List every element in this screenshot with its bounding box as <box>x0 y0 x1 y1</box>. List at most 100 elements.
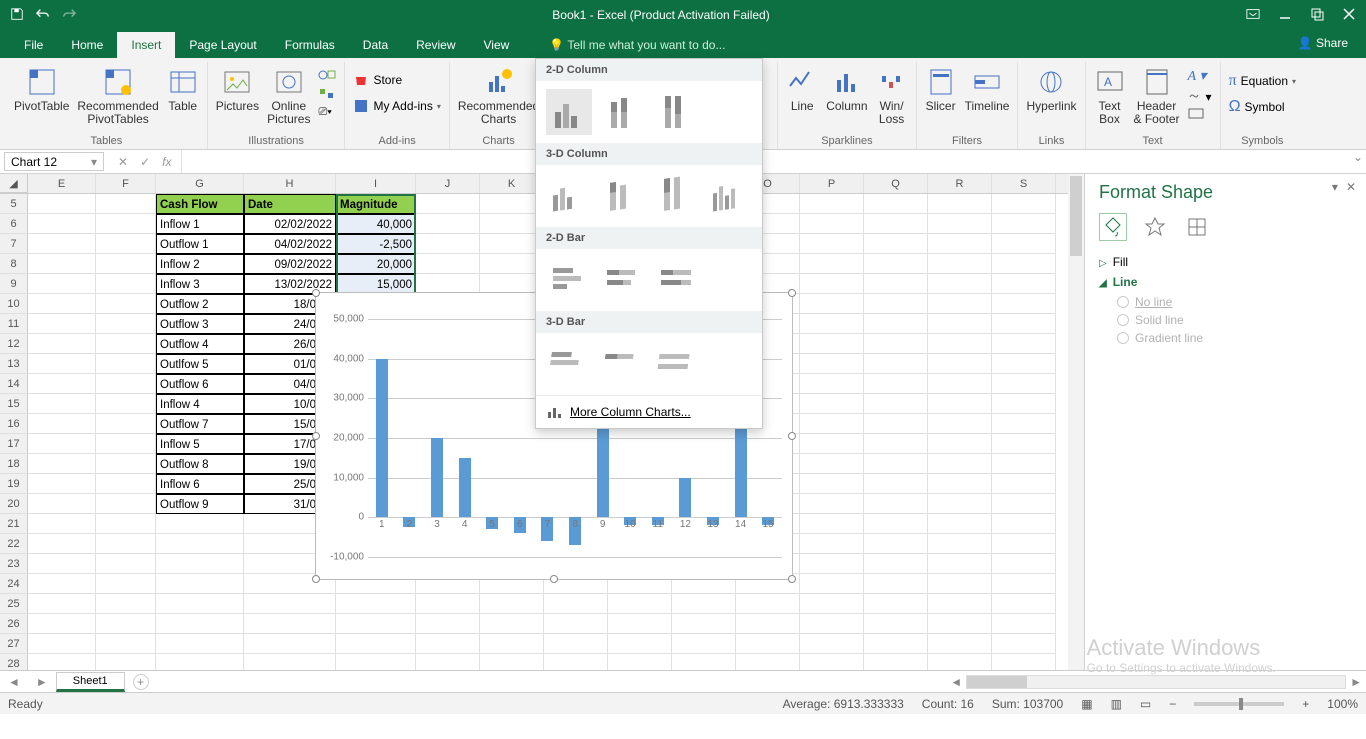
cell[interactable] <box>156 574 244 594</box>
cell[interactable] <box>28 634 96 654</box>
cell[interactable] <box>96 514 156 534</box>
opt-3d-100stacked[interactable] <box>653 173 699 219</box>
cell[interactable] <box>28 294 96 314</box>
spark-winloss-button[interactable]: Win/ Loss <box>876 66 908 126</box>
cell[interactable] <box>864 434 928 454</box>
cell[interactable] <box>992 254 1056 274</box>
cancel-icon[interactable]: ✕ <box>118 155 128 169</box>
cell[interactable] <box>992 494 1056 514</box>
maximize-icon[interactable] <box>1310 7 1324 24</box>
effects-icon[interactable] <box>1141 213 1169 241</box>
cell[interactable]: 40,000 <box>336 214 416 234</box>
cell[interactable] <box>28 334 96 354</box>
sheet-tab-sheet1[interactable]: Sheet1 <box>56 672 125 692</box>
tab-page-layout[interactable]: Page Layout <box>175 32 270 58</box>
tell-me-input[interactable]: 💡 Tell me what you want to do... <box>543 32 731 58</box>
cell[interactable] <box>864 334 928 354</box>
radio-gradient-line[interactable]: Gradient line <box>1117 331 1352 345</box>
cell[interactable] <box>864 194 928 214</box>
cell[interactable] <box>544 594 608 614</box>
slicer-button[interactable]: Slicer <box>925 66 957 113</box>
cell[interactable] <box>96 314 156 334</box>
object-icon[interactable] <box>1188 108 1212 123</box>
cell[interactable] <box>336 634 416 654</box>
col-header-J[interactable]: J <box>416 174 480 193</box>
cell[interactable] <box>608 594 672 614</box>
cell[interactable] <box>928 334 992 354</box>
cell[interactable] <box>800 654 864 670</box>
cell[interactable] <box>800 514 864 534</box>
my-addins-button[interactable]: My Add-ins ▾ <box>353 98 440 114</box>
row-header[interactable]: 19 <box>0 474 28 494</box>
cell[interactable] <box>416 254 480 274</box>
cell[interactable] <box>672 634 736 654</box>
col-header-Q[interactable]: Q <box>864 174 928 193</box>
cell[interactable] <box>96 374 156 394</box>
col-header-R[interactable]: R <box>928 174 992 193</box>
opt-3d-stacked-bar[interactable] <box>600 341 646 387</box>
row-header[interactable]: 17 <box>0 434 28 454</box>
fill-line-icon[interactable] <box>1099 213 1127 241</box>
cell[interactable] <box>480 594 544 614</box>
cell[interactable] <box>800 494 864 514</box>
cell[interactable] <box>864 254 928 274</box>
cell[interactable] <box>800 254 864 274</box>
tab-review[interactable]: Review <box>402 32 469 58</box>
cell[interactable] <box>156 594 244 614</box>
col-header-F[interactable]: F <box>96 174 156 193</box>
row-header[interactable]: 25 <box>0 594 28 614</box>
cell[interactable] <box>864 214 928 234</box>
cell[interactable] <box>96 554 156 574</box>
cell[interactable] <box>416 594 480 614</box>
cell[interactable] <box>928 474 992 494</box>
cell[interactable] <box>28 274 96 294</box>
cell[interactable] <box>992 314 1056 334</box>
cell[interactable] <box>800 594 864 614</box>
store-button[interactable]: Store <box>353 72 440 88</box>
cell[interactable] <box>156 554 244 574</box>
cell[interactable] <box>864 654 928 670</box>
row-header[interactable]: 8 <box>0 254 28 274</box>
cell[interactable]: Outflow 9 <box>156 494 244 514</box>
cell[interactable] <box>244 654 336 670</box>
spark-column-button[interactable]: Column <box>826 66 867 113</box>
screenshot-icon[interactable]: ⎚▾ <box>318 106 336 119</box>
cell[interactable] <box>96 634 156 654</box>
cell[interactable] <box>480 654 544 670</box>
cell[interactable] <box>800 574 864 594</box>
cell[interactable] <box>156 534 244 554</box>
cell[interactable] <box>96 494 156 514</box>
cell[interactable] <box>244 614 336 634</box>
cell[interactable] <box>928 314 992 334</box>
cell[interactable] <box>992 514 1056 534</box>
cell[interactable] <box>672 594 736 614</box>
cell[interactable] <box>96 354 156 374</box>
cell[interactable] <box>156 614 244 634</box>
rec-charts-button[interactable]: Recommended Charts <box>458 66 539 126</box>
col-header-I[interactable]: I <box>336 174 416 193</box>
opt-stacked-bar[interactable] <box>600 257 646 303</box>
opt-clustered-column[interactable] <box>546 89 592 135</box>
cell[interactable] <box>416 194 480 214</box>
row-header[interactable]: 9 <box>0 274 28 294</box>
row-header[interactable]: 24 <box>0 574 28 594</box>
cell[interactable] <box>800 474 864 494</box>
cell[interactable] <box>96 234 156 254</box>
cell[interactable] <box>928 594 992 614</box>
undo-icon[interactable] <box>36 7 50 24</box>
col-header-G[interactable]: G <box>156 174 244 193</box>
cell[interactable] <box>96 474 156 494</box>
cell[interactable] <box>992 354 1056 374</box>
cell[interactable] <box>480 634 544 654</box>
cell[interactable] <box>736 634 800 654</box>
cell[interactable]: Outflow 2 <box>156 294 244 314</box>
opt-3d-100-bar[interactable] <box>654 341 700 387</box>
cell[interactable] <box>992 574 1056 594</box>
name-box[interactable]: Chart 12▾ <box>4 152 104 171</box>
cell[interactable] <box>672 614 736 634</box>
cell[interactable] <box>864 634 928 654</box>
textbox-button[interactable]: AText Box <box>1094 66 1126 126</box>
cell[interactable] <box>928 634 992 654</box>
cell[interactable]: Cash Flow <box>156 194 244 214</box>
spark-line-button[interactable]: Line <box>786 66 818 113</box>
